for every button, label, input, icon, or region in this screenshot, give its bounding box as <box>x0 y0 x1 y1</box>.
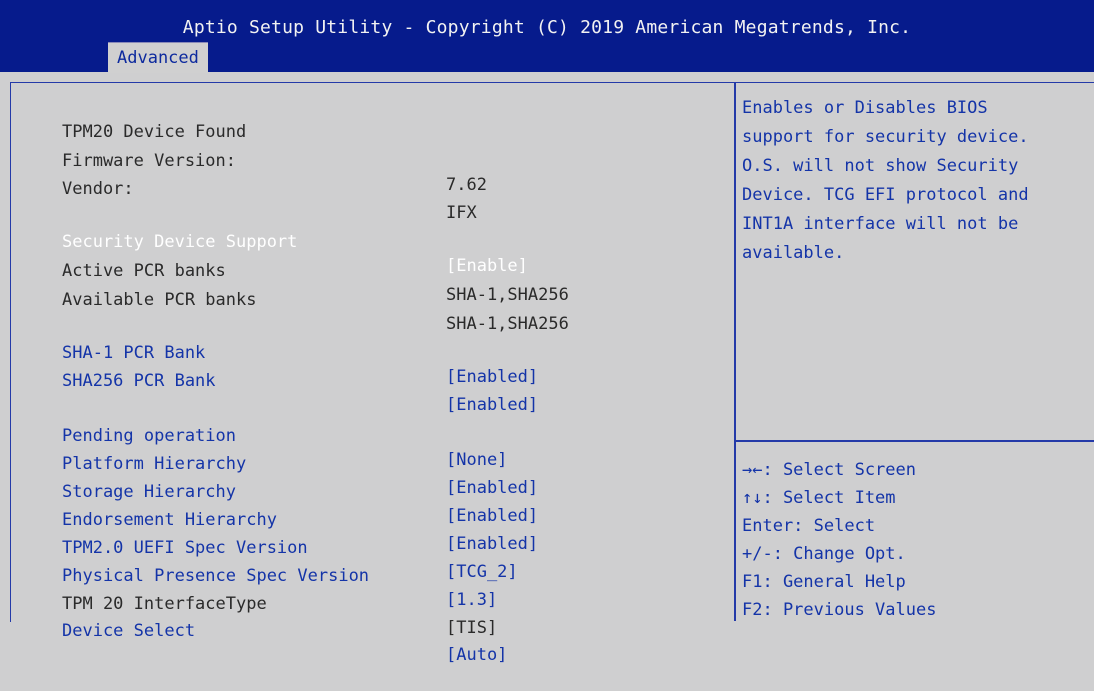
setting-value: SHA-1,SHA256 <box>446 285 569 305</box>
help-line: O.S. will not show Security <box>742 156 1019 176</box>
setting-row-vendor: Vendor: IFX <box>62 153 477 223</box>
vertical-divider <box>734 82 736 621</box>
help-text-panel: Enables or Disables BIOS support for sec… <box>742 94 1087 268</box>
setting-value: [Enabled] <box>446 506 539 526</box>
setting-row-available-pcr-banks: Available PCR banks SHA-1,SHA256 <box>62 264 569 334</box>
help-line: INT1A interface will not be <box>742 214 1019 234</box>
help-line: available. <box>742 243 845 263</box>
setting-value: [Enabled] <box>446 367 539 387</box>
key-hint-change-opt: +/-: Change Opt. <box>742 544 906 564</box>
help-line: Device. TCG EFI protocol and <box>742 185 1029 205</box>
setting-value: [1.3] <box>446 590 498 610</box>
setting-row-storage-hierarchy[interactable]: Storage Hierarchy [Enabled] <box>62 456 538 526</box>
setting-value: [None] <box>446 450 508 470</box>
horizontal-divider <box>736 440 1094 442</box>
setting-label: SHA256 PCR Bank <box>62 371 216 391</box>
setting-row-tpm20-device-found: TPM20 Device Found <box>62 96 246 142</box>
setting-value: [Enabled] <box>446 395 539 415</box>
setting-row-firmware-version: Firmware Version: 7.62 <box>62 125 487 195</box>
setting-label: Device Select <box>62 621 196 641</box>
setting-row-endorsement-hierarchy[interactable]: Endorsement Hierarchy [Enabled] <box>62 484 538 554</box>
setting-value: [Auto] <box>446 645 508 665</box>
setting-row-active-pcr-banks: Active PCR banks SHA-1,SHA256 <box>62 235 569 305</box>
key-hint-enter-select: Enter: Select <box>742 516 876 536</box>
setting-row-pending-operation[interactable]: Pending operation [None] <box>62 400 507 470</box>
key-hint-select-screen: →←: Select Screen <box>742 460 916 480</box>
key-hint-previous-values: F2: Previous Values <box>742 600 937 620</box>
setting-row-tpm20-interface-type: TPM 20 InterfaceType [TIS] <box>62 568 497 638</box>
title-bar: Aptio Setup Utility - Copyright (C) 2019… <box>0 0 1094 73</box>
setting-value: [TIS] <box>446 618 498 638</box>
help-line: support for security device. <box>742 127 1029 147</box>
setting-row-device-select[interactable]: Device Select [Auto] <box>62 595 507 665</box>
setting-row-tpm20-uefi-spec-version[interactable]: TPM2.0 UEFI Spec Version [TCG_2] <box>62 512 518 582</box>
setting-row-platform-hierarchy[interactable]: Platform Hierarchy [Enabled] <box>62 428 538 498</box>
setting-value: [Enabled] <box>446 534 539 554</box>
setting-value: [Enable] <box>446 256 528 276</box>
setting-value: 7.62 <box>446 175 487 195</box>
setting-label: Vendor: <box>62 179 134 199</box>
help-line: Enables or Disables BIOS <box>742 98 988 118</box>
setting-label: Physical Presence Spec Version <box>62 566 370 586</box>
setting-row-security-device-support[interactable]: Security Device Support [Enable] <box>62 206 528 276</box>
setting-value: [TCG_2] <box>446 562 518 582</box>
setting-row-sha256-pcr-bank[interactable]: SHA256 PCR Bank [Enabled] <box>62 345 538 415</box>
setting-label: Available PCR banks <box>62 290 257 310</box>
setting-value: [Enabled] <box>446 478 539 498</box>
key-hint-general-help: F1: General Help <box>742 572 906 592</box>
setting-value: SHA-1,SHA256 <box>446 314 569 334</box>
setting-value: IFX <box>446 203 477 223</box>
key-hint-select-item: ↑↓: Select Item <box>742 488 896 508</box>
setting-row-physical-presence-spec-version[interactable]: Physical Presence Spec Version [1.3] <box>62 540 497 610</box>
key-hints-panel: →←: Select Screen ↑↓: Select Item Enter:… <box>742 456 1087 624</box>
setting-row-sha1-pcr-bank[interactable]: SHA-1 PCR Bank [Enabled] <box>62 317 538 387</box>
window-title: Aptio Setup Utility - Copyright (C) 2019… <box>182 17 912 38</box>
tab-advanced[interactable]: Advanced <box>108 42 208 73</box>
